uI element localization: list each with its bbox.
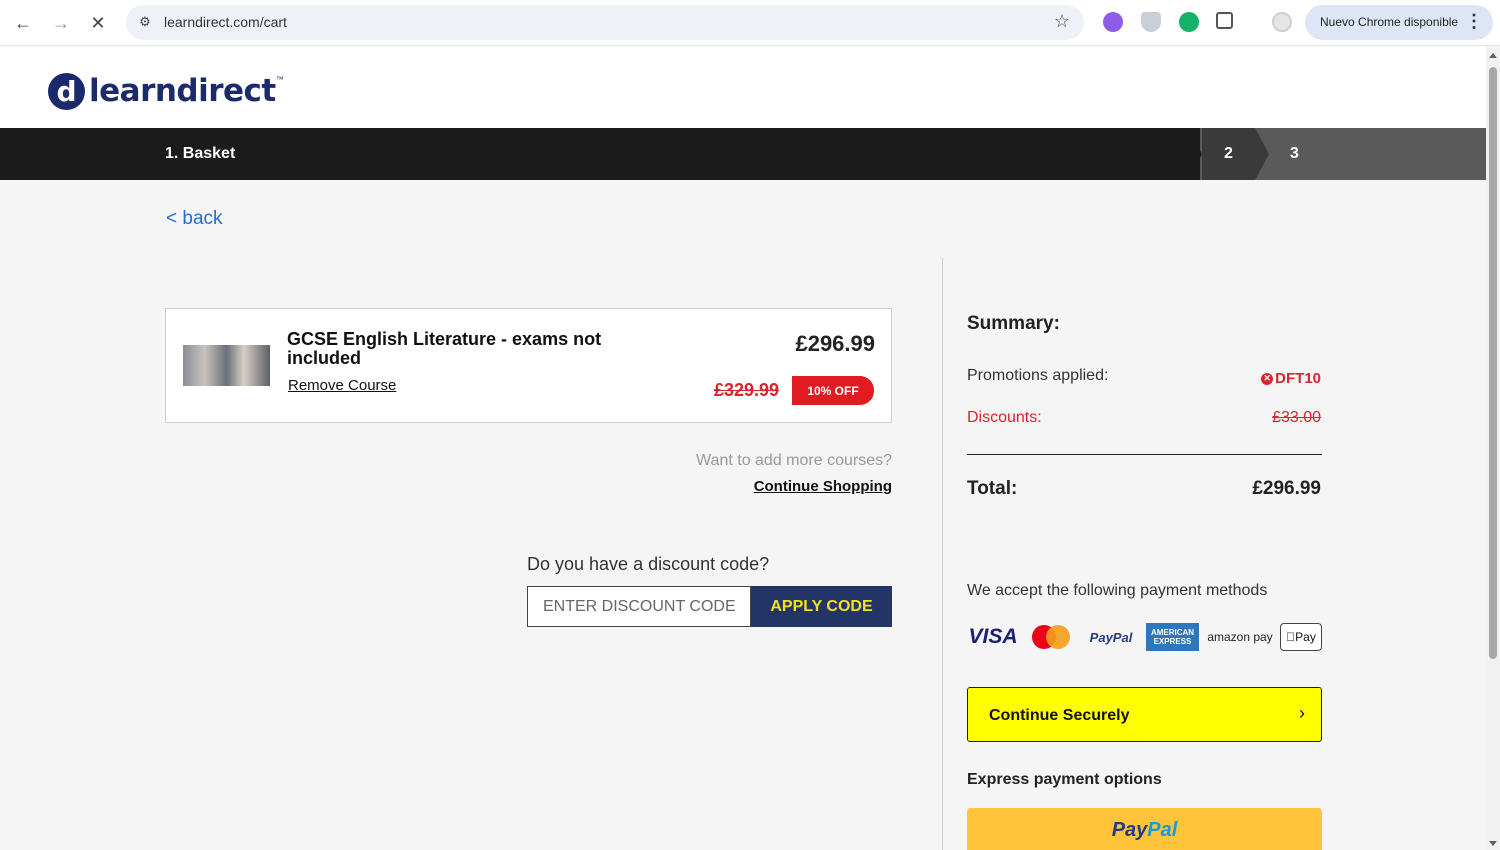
- step-chevron-2: [1255, 128, 1269, 180]
- extension-purple-icon[interactable]: [1103, 12, 1123, 32]
- back-arrow-icon[interactable]: ←: [11, 11, 35, 35]
- chrome-update-label: Nuevo Chrome disponible: [1320, 15, 1459, 29]
- payment-methods: VISA PayPal AMERICAN EXPRESS amazon pay …: [967, 621, 1322, 653]
- shield-extension-icon[interactable]: [1141, 12, 1161, 32]
- total-value: £296.99: [1252, 478, 1321, 499]
- chrome-update-button[interactable]: Nuevo Chrome disponible ⋮: [1305, 5, 1493, 40]
- step-3: 3: [1290, 145, 1299, 162]
- discount-question: Do you have a discount code?: [527, 554, 770, 574]
- step-chevron-1: [1188, 128, 1202, 180]
- logo-mark-icon: d: [48, 72, 85, 110]
- discount-badge: 10% OFF: [792, 376, 874, 405]
- profile-avatar-icon[interactable]: [1272, 12, 1292, 32]
- paypal-icon: PayPal: [1089, 629, 1133, 645]
- address-bar[interactable]: ⚙ learndirect.com/cart ☆: [126, 5, 1084, 40]
- forward-arrow-icon[interactable]: →: [49, 11, 73, 35]
- checkout-steps: 1. Basket 2 3: [0, 128, 1486, 180]
- stop-loading-icon[interactable]: ✕: [86, 11, 110, 35]
- logo-trademark: ™: [275, 75, 284, 84]
- paypal-express-button[interactable]: PayPal: [967, 808, 1322, 850]
- discount-code-input[interactable]: [527, 586, 751, 627]
- back-link[interactable]: < back: [166, 208, 223, 230]
- step-basket: 1. Basket: [165, 145, 236, 162]
- continue-shopping-link[interactable]: Continue Shopping: [754, 478, 892, 495]
- browser-toolbar: ← → ✕ ⚙ learndirect.com/cart ☆ Nuevo Chr…: [0, 0, 1500, 46]
- express-payment-label: Express payment options: [967, 771, 1162, 788]
- paypal-pal-text: Pal: [1147, 819, 1178, 841]
- total-label: Total:: [967, 478, 1018, 499]
- course-card: GCSE English Literature - exams not incl…: [165, 308, 892, 423]
- course-thumbnail: [183, 345, 270, 386]
- page-scrollbar[interactable]: [1486, 47, 1500, 850]
- menu-kebab-icon[interactable]: ⋮: [1465, 11, 1483, 32]
- summary-separator: [967, 454, 1322, 455]
- apple-pay-text: Pay: [1290, 630, 1316, 644]
- apply-code-button[interactable]: APPLY CODE: [751, 586, 892, 627]
- extensions-puzzle-icon[interactable]: [1216, 12, 1233, 29]
- scroll-thumb[interactable]: [1489, 67, 1497, 659]
- paypal-pay-text: Pay: [1111, 819, 1148, 841]
- address-url[interactable]: learndirect.com/cart: [164, 14, 287, 30]
- payment-methods-label: We accept the following payment methods: [967, 582, 1268, 599]
- promotions-label: Promotions applied:: [967, 367, 1109, 384]
- add-more-prompt: Want to add more courses?: [696, 452, 892, 469]
- bookmark-star-icon[interactable]: ☆: [1054, 11, 1070, 32]
- mastercard-icon: [1030, 623, 1074, 651]
- discounts-label: Discounts:: [967, 409, 1042, 426]
- promotion-code: ✕ DFT10: [1261, 370, 1321, 387]
- extension-green-icon[interactable]: [1179, 12, 1199, 32]
- course-old-price: £329.99: [714, 380, 780, 400]
- summary-divider: [942, 258, 943, 850]
- learndirect-logo[interactable]: d learndirect ™: [48, 71, 284, 111]
- remove-promo-icon[interactable]: ✕: [1261, 372, 1274, 385]
- scroll-down-arrow-icon[interactable]: [1489, 841, 1497, 846]
- visa-icon: VISA: [968, 625, 1018, 648]
- summary-title: Summary:: [967, 313, 1060, 334]
- site-settings-icon[interactable]: ⚙: [136, 13, 154, 31]
- chevron-right-icon: ›: [1299, 703, 1305, 723]
- cart-page: d learndirect ™ 1. Basket 2 3 < back GCS…: [0, 47, 1486, 850]
- continue-securely-label: Continue Securely: [989, 707, 1130, 724]
- continue-securely-button[interactable]: Continue Securely ›: [967, 687, 1322, 742]
- apple-pay-icon: Pay: [1280, 623, 1322, 651]
- course-title: GCSE English Literature - exams not incl…: [287, 329, 602, 368]
- promotion-code-text: DFT10: [1275, 370, 1321, 387]
- amazon-pay-icon: amazon pay: [1207, 630, 1273, 644]
- scroll-up-arrow-icon[interactable]: [1489, 53, 1497, 58]
- remove-course-link[interactable]: Remove Course: [288, 377, 396, 394]
- logo-text: learndirect: [89, 73, 276, 109]
- step-2: 2: [1224, 145, 1233, 162]
- course-price: £296.99: [795, 331, 875, 356]
- amex-icon: AMERICAN EXPRESS: [1146, 623, 1199, 651]
- discounts-value: £33.00: [1272, 409, 1321, 426]
- site-header: d learndirect ™: [0, 47, 1486, 128]
